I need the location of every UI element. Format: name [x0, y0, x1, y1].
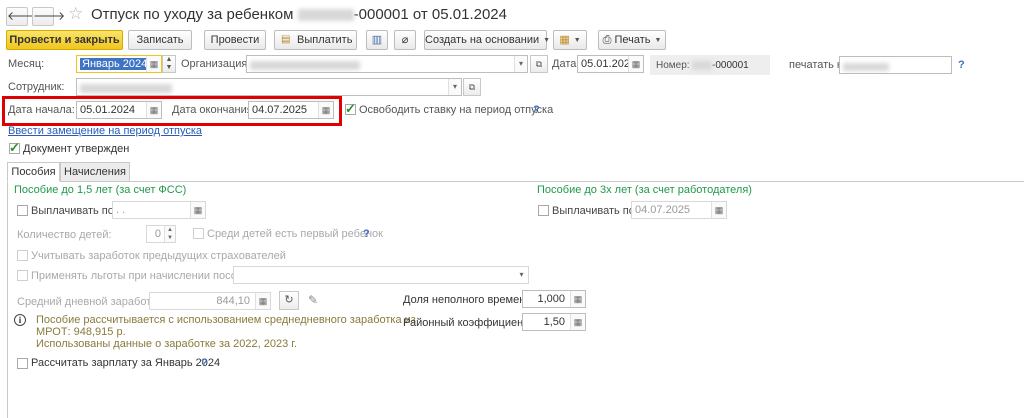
- post-button[interactable]: Провести: [204, 30, 266, 50]
- calculator-icon[interactable]: ▦: [570, 291, 585, 307]
- children-count-field[interactable]: 0 ▲ ▼: [146, 225, 176, 243]
- refresh-icon: ↻: [284, 294, 294, 306]
- part-time-field[interactable]: 1,000 ▦: [522, 290, 586, 308]
- employee-label: Сотрудник:: [8, 81, 65, 93]
- structure-button[interactable]: ▦ ▼: [553, 30, 587, 50]
- stepper-arrows-icon[interactable]: ▲ ▼: [164, 226, 175, 242]
- avg-earnings-field[interactable]: 844,10 ▦: [149, 292, 271, 310]
- note-line-3: Использованы данные о заработке за 2022,…: [36, 338, 298, 350]
- page-title: Отпуск по уходу за ребенком -000001 от 0…: [91, 6, 507, 23]
- calendar-icon[interactable]: ▦: [190, 202, 205, 218]
- info-icon: i: [14, 314, 26, 326]
- stepper-arrows-icon: ▲ ▼: [165, 56, 173, 71]
- chevron-down-icon: ▼: [573, 37, 581, 44]
- create-based-on-button[interactable]: Создать на основании ▼: [424, 30, 551, 50]
- regional-coef-label: Районный коэффициент:: [403, 317, 532, 329]
- prev-insurers-label: Учитывать заработок предыдущих страховат…: [31, 250, 286, 262]
- report-button[interactable]: ▥: [366, 30, 388, 50]
- tab-benefits[interactable]: Пособия: [7, 162, 60, 182]
- redacted-number: [297, 9, 354, 22]
- refresh-button[interactable]: ↻: [279, 291, 299, 310]
- chevron-down-icon: ▼: [654, 37, 662, 44]
- structure-icon: ▦: [559, 34, 570, 46]
- first-child-checkbox[interactable]: [193, 228, 204, 239]
- redacted-employee: [80, 84, 172, 94]
- report-icon: ▥: [371, 34, 383, 46]
- attach-button[interactable]: ⌀: [394, 30, 416, 50]
- arrow-right-icon: 🡒: [33, 9, 66, 23]
- open-icon: ⧉: [468, 82, 476, 92]
- check-icon: ✓: [9, 140, 20, 155]
- pay-until3-field[interactable]: 04.07.2025 ▦: [631, 201, 727, 219]
- recalc-salary-checkbox[interactable]: [17, 358, 28, 369]
- tab-accruals[interactable]: Начисления: [60, 162, 130, 182]
- pencil-icon[interactable]: ✎: [308, 293, 318, 307]
- highlight-frame: [2, 96, 342, 126]
- dropdown-icon[interactable]: ▾: [448, 79, 461, 95]
- month-stepper[interactable]: ▲ ▼: [162, 55, 176, 73]
- calendar-icon[interactable]: ▦: [711, 202, 726, 218]
- note-line-2: МРОТ: 948,915 р.: [36, 326, 126, 338]
- apply-benefits-label: Применять льготы при начислении пособия: [31, 270, 256, 282]
- calculator-icon[interactable]: ▦: [570, 314, 585, 330]
- help-icon[interactable]: ?: [363, 228, 370, 240]
- date-label: Дата:: [552, 58, 580, 70]
- month-label: Месяц:: [8, 58, 45, 70]
- pay-until3-checkbox[interactable]: [538, 205, 549, 216]
- open-organization-button[interactable]: ⧉: [530, 55, 548, 73]
- redacted-print-as: [843, 62, 889, 71]
- help-icon[interactable]: ?: [201, 357, 208, 369]
- approved-label[interactable]: Документ утвержден: [23, 143, 129, 155]
- pay-until-label[interactable]: Выплачивать по: [31, 205, 114, 217]
- month-field[interactable]: Январь 2024 ▦: [76, 55, 162, 73]
- employee-field[interactable]: ▾: [76, 78, 462, 96]
- note-line-1: Пособие рассчитывается с использованием …: [36, 314, 416, 326]
- redacted-organization: [250, 61, 360, 71]
- pay-until3-label[interactable]: Выплачивать по: [552, 205, 635, 217]
- dropdown-icon[interactable]: ▾: [514, 56, 527, 72]
- post-and-close-button[interactable]: Провести и закрыть: [6, 30, 123, 50]
- benefits-select[interactable]: ▾: [233, 266, 529, 284]
- dropdown-icon[interactable]: ▾: [515, 267, 528, 283]
- calculator-icon[interactable]: ▦: [255, 293, 270, 309]
- pay-until-checkbox[interactable]: [17, 205, 28, 216]
- redacted-prefix: [692, 60, 712, 70]
- forward-button[interactable]: 🡒: [32, 7, 65, 26]
- pay-button[interactable]: ▤ Выплатить: [274, 30, 357, 50]
- help-icon[interactable]: ?: [958, 59, 965, 71]
- apply-benefits-checkbox[interactable]: [17, 270, 28, 281]
- open-employee-button[interactable]: ⧉: [463, 78, 481, 96]
- part-time-label: Доля неполного времени:: [403, 294, 535, 306]
- recalc-salary-label[interactable]: Рассчитать зарплату за Январь 2024: [31, 357, 220, 369]
- back-button[interactable]: 🡐: [6, 7, 39, 26]
- organization-field[interactable]: ▾: [246, 55, 528, 73]
- paperclip-icon: ⌀: [401, 34, 409, 46]
- print-as-field[interactable]: [839, 56, 952, 74]
- employer-benefit-header: Пособие до 3х лет (за счет работодателя): [537, 184, 752, 196]
- printer-icon: ⎙: [602, 34, 612, 46]
- calendar-icon[interactable]: ▦: [628, 56, 643, 72]
- star-icon[interactable]: ☆: [68, 4, 83, 24]
- check-icon: ✓: [345, 101, 356, 116]
- prev-insurers-checkbox[interactable]: [17, 250, 28, 261]
- children-count-label: Количество детей:: [17, 229, 112, 241]
- save-button[interactable]: Записать: [128, 30, 192, 50]
- replacement-link[interactable]: Ввести замещение на период отпуска: [8, 125, 202, 137]
- open-icon: ⧉: [535, 59, 543, 69]
- regional-coef-field[interactable]: 1,50 ▦: [522, 313, 586, 331]
- pay-until-field[interactable]: . . ▦: [112, 201, 206, 219]
- organization-label: Организация:: [181, 58, 251, 70]
- number-value: -000001: [692, 60, 749, 71]
- avg-earnings-label: Средний дневной заработок:: [17, 296, 166, 308]
- chevron-down-icon: ▼: [543, 37, 551, 44]
- calendar-icon[interactable]: ▦: [146, 56, 161, 72]
- pay-icon: ▤: [281, 34, 291, 45]
- fss-benefit-header: Пособие до 1,5 лет (за счет ФСС): [14, 184, 187, 196]
- free-rate-label[interactable]: Освободить ставку на период отпуска: [359, 104, 553, 116]
- date-field[interactable]: 05.01.2024 ▦: [577, 55, 644, 73]
- number-label: Номер:: [656, 60, 690, 71]
- print-button[interactable]: ⎙ Печать ▼: [598, 30, 666, 50]
- help-icon[interactable]: ?: [533, 104, 540, 116]
- first-child-label: Среди детей есть первый ребенок: [207, 228, 383, 240]
